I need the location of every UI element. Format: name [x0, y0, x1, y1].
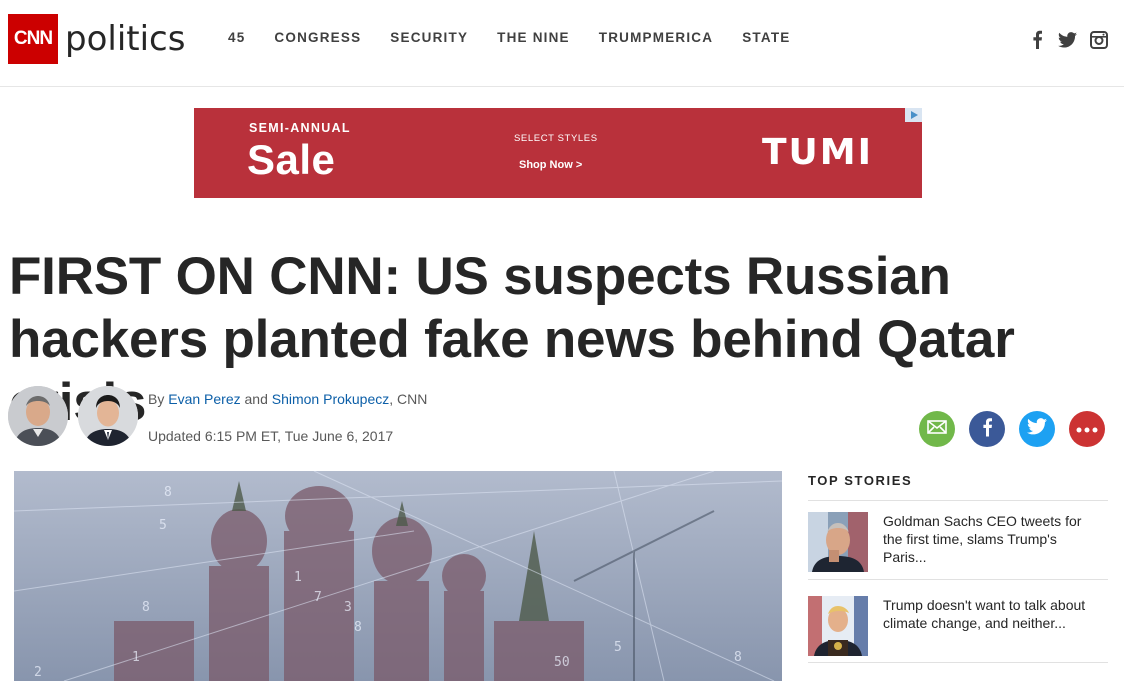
twitter-icon[interactable]: [1058, 30, 1077, 49]
email-share-button[interactable]: [919, 411, 955, 447]
twitter-share-button[interactable]: [1019, 411, 1055, 447]
nav-item-state[interactable]: STATE: [742, 30, 790, 45]
social-links: [1027, 30, 1108, 49]
divider: [808, 579, 1108, 580]
article-byline: By Evan Perez and Shimon Prokupecz, CNN: [148, 391, 427, 407]
svg-text:8: 8: [142, 600, 150, 615]
adchoices-icon[interactable]: [905, 108, 922, 122]
ad-shop-now-link[interactable]: Shop Now >: [519, 159, 582, 171]
section-name[interactable]: politics: [65, 19, 185, 59]
author-avatar-evan-perez[interactable]: [8, 386, 68, 446]
story-headline[interactable]: Goldman Sachs CEO tweets for the first t…: [883, 512, 1103, 566]
story-headline[interactable]: Trump doesn't want to talk about climate…: [883, 596, 1103, 632]
email-icon: [927, 419, 947, 439]
main-nav: 45 CONGRESS SECURITY THE NINE TRUMPMERIC…: [228, 30, 819, 45]
svg-text:3: 3: [344, 600, 352, 615]
author-link-shimon-prokupecz[interactable]: Shimon Prokupecz: [272, 391, 390, 407]
site-header: CNN politics 45 CONGRESS SECURITY THE NI…: [0, 0, 1124, 87]
ad-headline: Sale: [247, 136, 336, 183]
author-link-evan-perez[interactable]: Evan Perez: [168, 391, 240, 407]
ad-brand-logo: TUMI: [762, 132, 874, 173]
ad-select-text: SELECT STYLES: [514, 133, 598, 144]
byline-prefix: By: [148, 391, 165, 407]
facebook-icon: [981, 416, 993, 443]
nav-item-congress[interactable]: CONGRESS: [274, 30, 361, 45]
top-story-item[interactable]: Goldman Sachs CEO tweets for the first t…: [808, 512, 1108, 574]
tumi-ad-banner[interactable]: SEMI-ANNUAL Sale SELECT STYLES Shop Now …: [194, 108, 922, 198]
svg-text:5: 5: [614, 640, 622, 655]
svg-text:5: 5: [159, 518, 167, 533]
svg-text:1: 1: [132, 650, 140, 665]
byline-outlet: , CNN: [389, 391, 428, 407]
nav-item-45[interactable]: 45: [228, 30, 245, 45]
top-story-item[interactable]: Trump doesn't want to talk about climate…: [808, 596, 1108, 658]
ad-eyebrow: SEMI-ANNUAL: [249, 121, 351, 135]
svg-text:2: 2: [34, 665, 42, 680]
share-bar: [919, 411, 1105, 447]
story-thumbnail[interactable]: [808, 596, 868, 656]
cnn-logo[interactable]: CNN: [8, 14, 58, 64]
byline-and: and: [244, 391, 268, 407]
nav-item-the-nine[interactable]: THE NINE: [497, 30, 570, 45]
more-share-button[interactable]: [1069, 411, 1105, 447]
svg-text:8: 8: [734, 650, 742, 665]
nav-item-trumpmerica[interactable]: TRUMPMERICA: [599, 30, 713, 45]
svg-text:8: 8: [164, 485, 172, 500]
nav-item-security[interactable]: SECURITY: [390, 30, 468, 45]
svg-text:50: 50: [554, 655, 570, 670]
cnn-politics-logo[interactable]: CNN politics: [8, 14, 185, 64]
divider: [808, 500, 1108, 501]
svg-text:1: 1: [294, 570, 302, 585]
story-thumbnail[interactable]: [808, 512, 868, 572]
author-avatar-shimon-prokupecz[interactable]: [78, 386, 138, 446]
more-icon: [1076, 420, 1098, 438]
svg-text:8: 8: [354, 620, 362, 635]
article-hero-image[interactable]: 8 5 8 1 1 7 3 8 5 8 50 2: [14, 471, 782, 681]
facebook-share-button[interactable]: [969, 411, 1005, 447]
svg-text:7: 7: [314, 590, 322, 605]
article-timestamp: Updated 6:15 PM ET, Tue June 6, 2017: [148, 428, 394, 444]
divider: [808, 662, 1108, 663]
instagram-icon[interactable]: [1089, 30, 1108, 49]
top-stories-heading: TOP STORIES: [808, 473, 913, 488]
facebook-icon[interactable]: [1027, 30, 1046, 49]
twitter-icon: [1027, 418, 1047, 440]
